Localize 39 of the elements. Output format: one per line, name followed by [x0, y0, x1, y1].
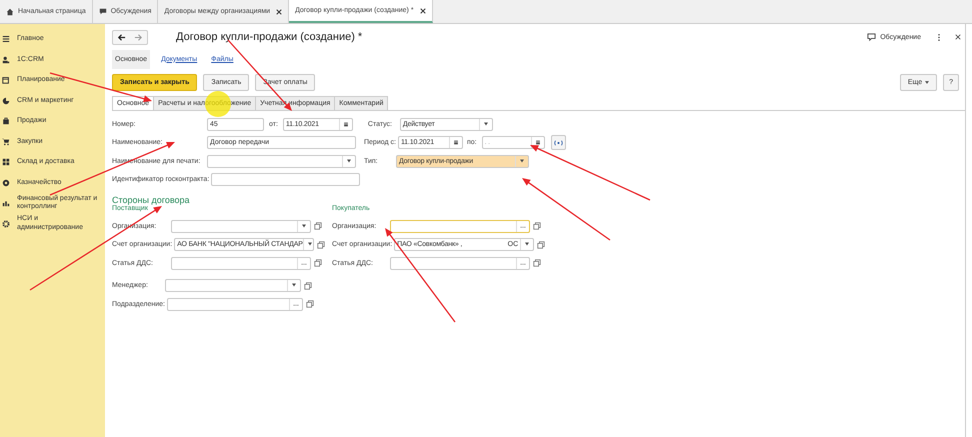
navigation-buttons[interactable] — [112, 30, 148, 44]
bars-icon — [2, 199, 10, 208]
bag-icon — [2, 117, 10, 126]
open-icon[interactable] — [314, 259, 322, 268]
select-field[interactable] — [166, 298, 303, 311]
chat-icon — [98, 8, 107, 16]
calendar-icon — [2, 76, 10, 84]
close-icon[interactable] — [955, 34, 961, 40]
close-icon[interactable] — [420, 8, 426, 14]
select-field[interactable] — [165, 279, 301, 292]
period-button[interactable] — [550, 135, 566, 150]
input-field[interactable] — [211, 173, 360, 186]
gear-icon — [2, 220, 10, 228]
grid-icon — [2, 158, 10, 166]
caret-icon — [925, 80, 930, 84]
section-heading: Стороны договора — [112, 195, 191, 205]
open-icon[interactable] — [314, 222, 322, 230]
select-field[interactable] — [390, 256, 530, 270]
open-icon[interactable] — [304, 282, 312, 290]
chat-icon — [867, 32, 876, 42]
period-icon — [554, 140, 563, 146]
more-icon[interactable] — [937, 32, 941, 42]
pie-icon — [2, 96, 10, 105]
home-icon — [6, 8, 14, 16]
form-title: Договор купли-продажи (создание) * — [176, 31, 362, 43]
dropdown-field[interactable] — [207, 154, 356, 168]
select-field[interactable] — [171, 220, 311, 233]
open-icon[interactable] — [537, 240, 546, 249]
open-icon[interactable] — [306, 300, 314, 308]
list-icon — [2, 35, 10, 44]
select-field[interactable] — [171, 256, 311, 270]
dropdown-icon[interactable] — [302, 239, 314, 250]
person-icon — [2, 56, 10, 64]
select-field[interactable] — [390, 220, 530, 233]
cart-icon — [2, 138, 10, 146]
close-icon[interactable] — [276, 8, 282, 14]
open-icon[interactable] — [533, 222, 541, 230]
open-icon[interactable] — [317, 240, 326, 249]
open-icon[interactable] — [533, 259, 541, 268]
